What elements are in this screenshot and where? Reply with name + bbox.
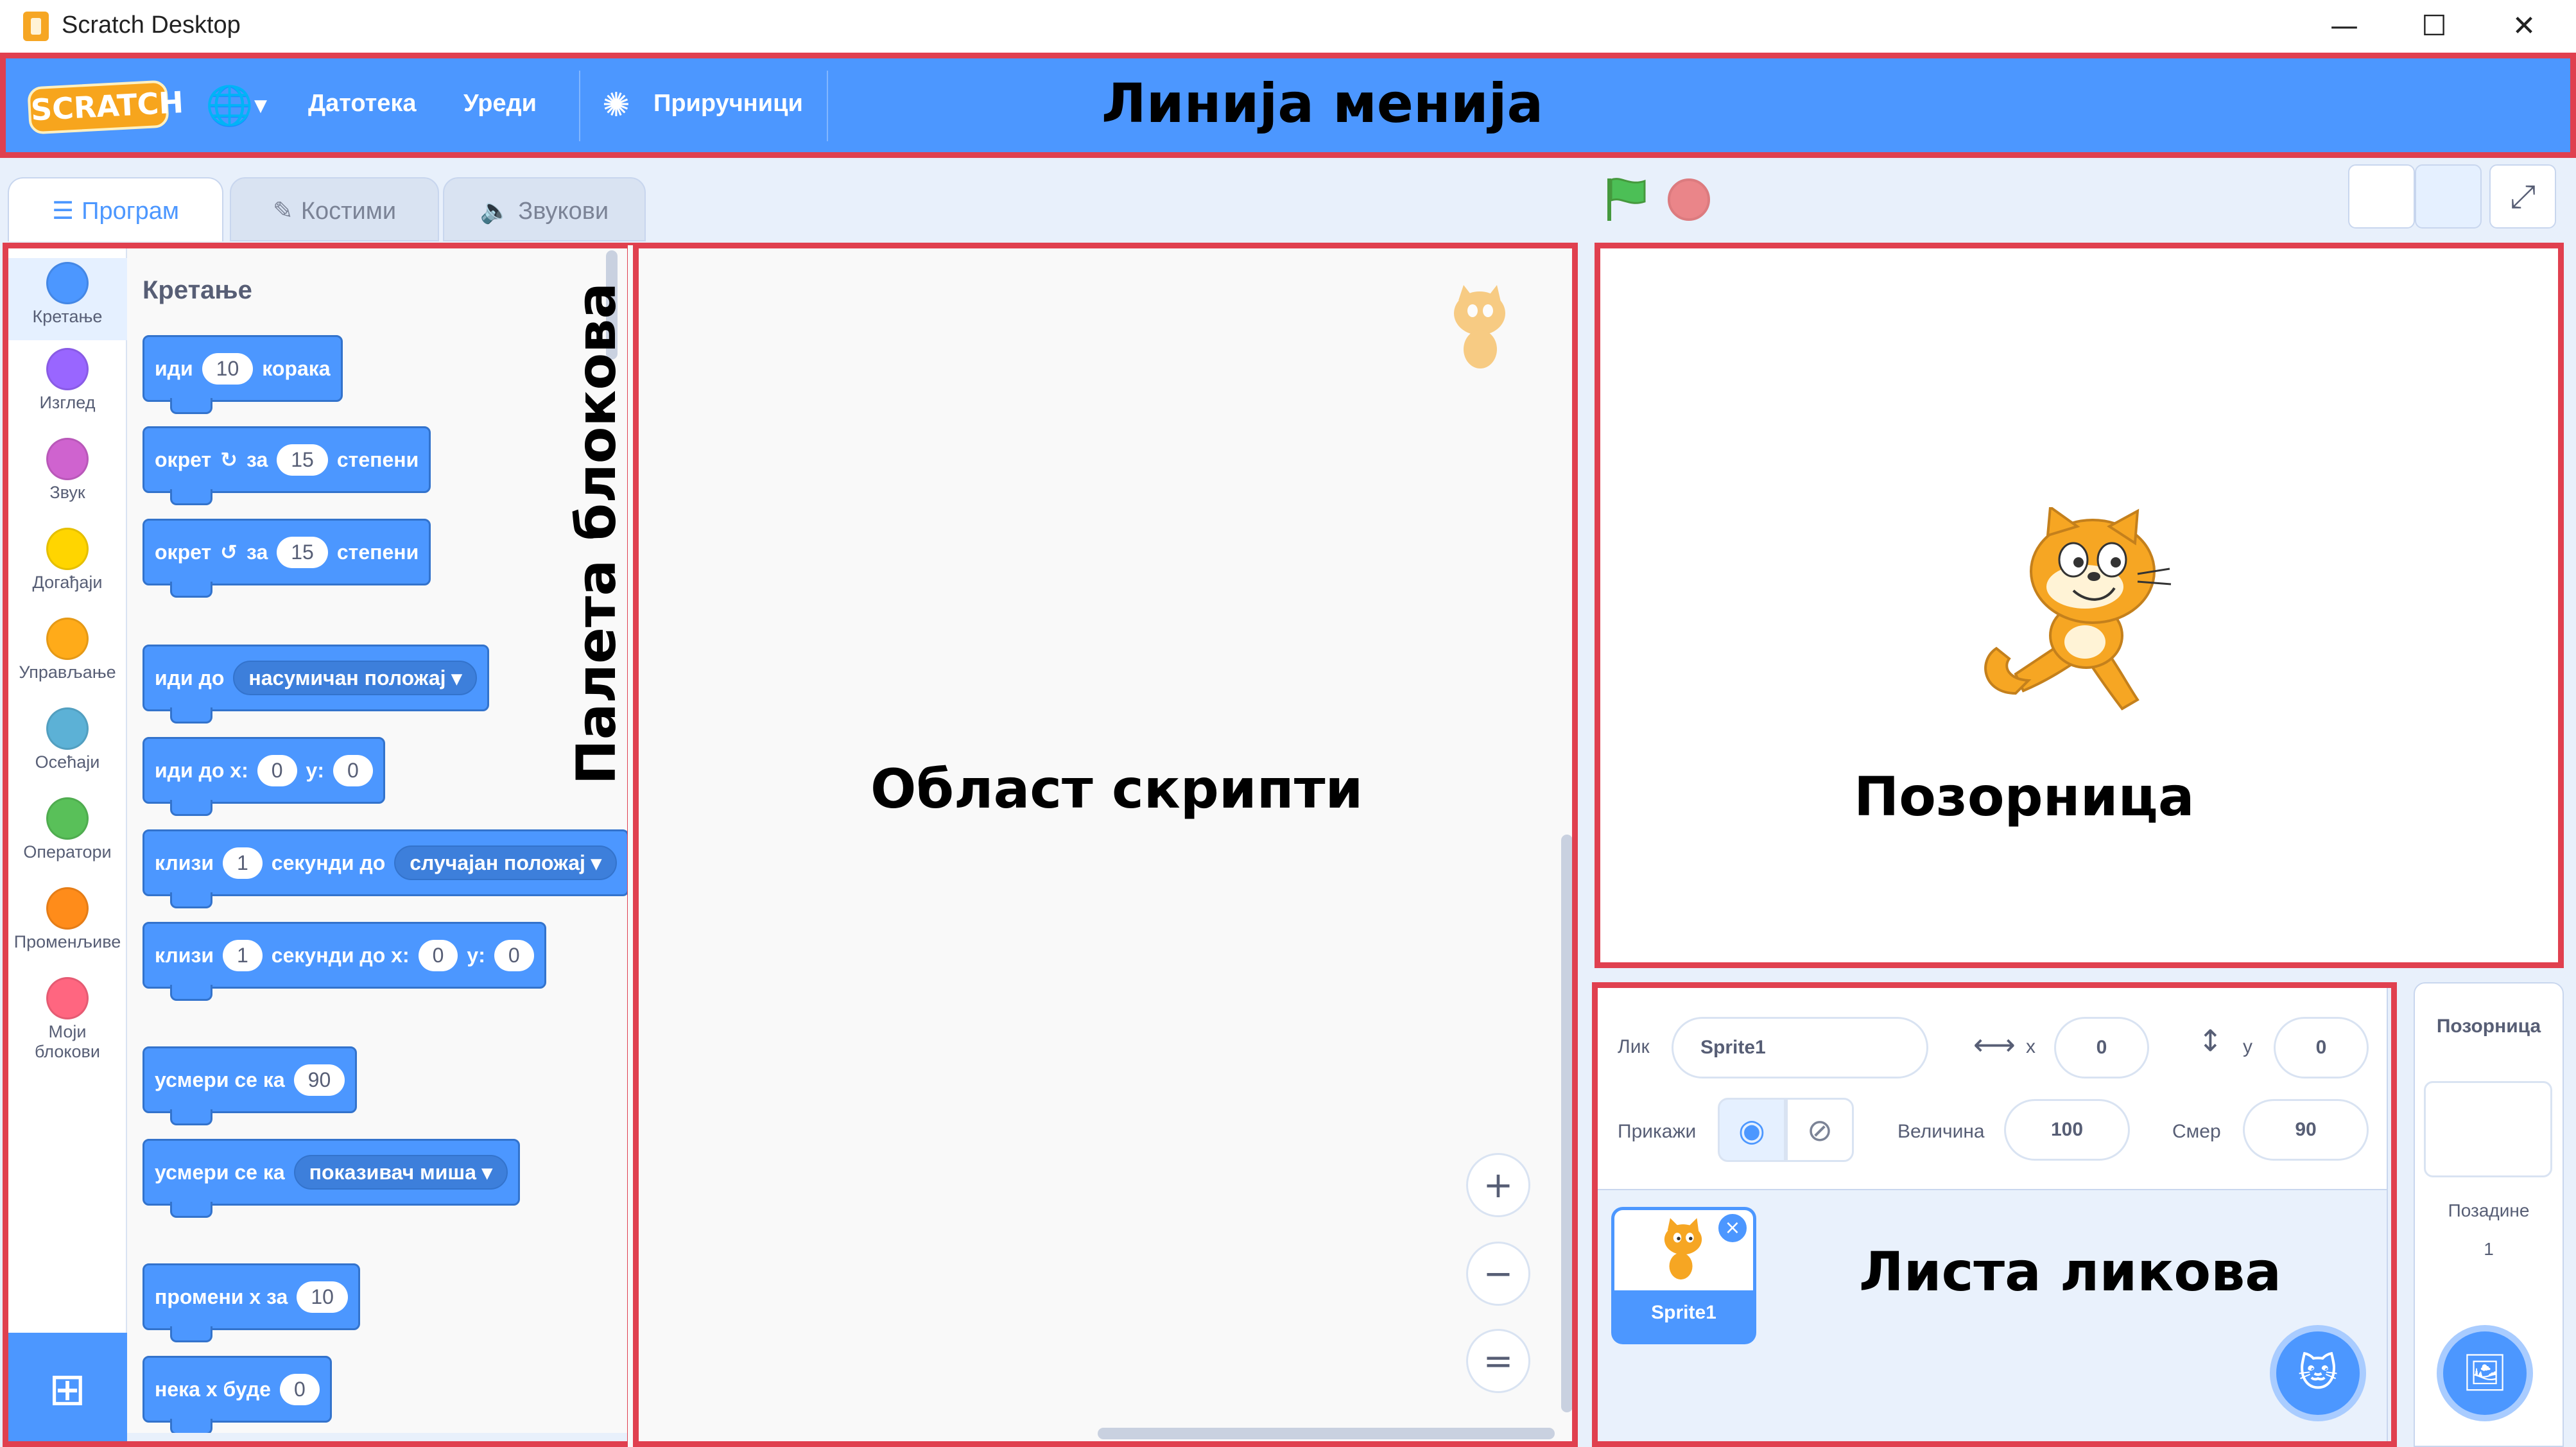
green-flag-icon[interactable]: [1604, 176, 1648, 222]
tab-costumes-label: Костими: [300, 198, 397, 225]
small-stage-button[interactable]: [2348, 164, 2415, 229]
tab-code-label: Програм: [82, 198, 179, 225]
tab-sounds-label: Звукови: [518, 198, 609, 225]
brush-icon: ✎: [272, 196, 301, 225]
annotation-frame-palette: [3, 243, 633, 1447]
stage-thumbnail[interactable]: [2424, 1081, 2552, 1177]
large-stage-button[interactable]: [2415, 164, 2482, 229]
window-title: Scratch Desktop: [62, 12, 241, 39]
speaker-icon: 🔈: [480, 196, 519, 225]
add-backdrop-image-icon[interactable]: 🖼: [2437, 1325, 2533, 1421]
stop-button[interactable]: [1668, 178, 1710, 221]
annotation-frame-menu: [0, 53, 2576, 158]
tab-costumes[interactable]: ✎ Костими: [230, 177, 439, 241]
code-icon: ☰: [52, 196, 82, 225]
tab-code[interactable]: ☰ Програм: [8, 177, 223, 241]
annotation-frame-sprite-list: [1592, 982, 2397, 1447]
close-button[interactable]: ✕: [2485, 6, 2563, 46]
maximize-button[interactable]: ☐: [2396, 6, 2473, 46]
tab-sounds[interactable]: 🔈 Звукови: [443, 177, 646, 241]
annotation-frame-script-area: [633, 243, 1578, 1447]
window-titlebar: [0, 0, 2576, 53]
annotation-frame-stage: [1595, 243, 2564, 968]
minimize-button[interactable]: —: [2306, 6, 2383, 46]
app-icon: [23, 12, 49, 41]
fullscreen-icon[interactable]: ⤢: [2489, 164, 2556, 229]
backdrops-count: 1: [2484, 1239, 2494, 1259]
backdrops-label: Позадине: [2448, 1200, 2530, 1220]
stage-selector-title: Позорница: [2436, 1016, 2541, 1037]
